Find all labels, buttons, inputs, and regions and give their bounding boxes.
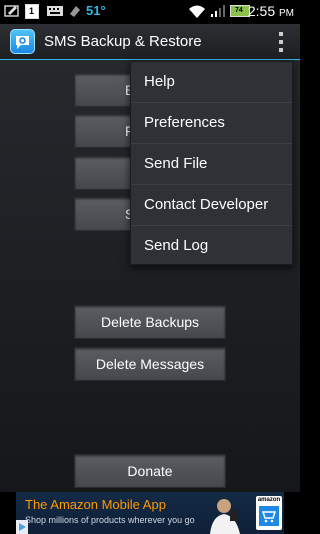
person-with-phone-icon (210, 499, 240, 534)
shopping-cart-icon (259, 506, 279, 526)
clock-time: 2:55 (247, 3, 276, 19)
amazon-logo: amazon (256, 496, 282, 530)
speech-bubble-icon[interactable] (10, 29, 35, 54)
keyboard-icon (47, 6, 63, 16)
clock-ampm: PM (279, 8, 294, 19)
donate-button[interactable]: Donate (74, 454, 226, 488)
overflow-menu-icon[interactable] (274, 30, 288, 54)
status-bar: 1 51° 74 2:55 PM (0, 0, 300, 24)
delete-backups-button[interactable]: Delete Backups (74, 305, 226, 339)
ad-banner[interactable]: The Amazon Mobile App Shop millions of p… (16, 492, 284, 534)
calendar-icon: 1 (25, 4, 39, 19)
menu-item-send-log[interactable]: Send Log (131, 226, 292, 267)
edit-note-icon (4, 5, 19, 17)
menu-item-contact-developer[interactable]: Contact Developer (131, 185, 292, 226)
ad-choices-icon[interactable] (16, 520, 28, 534)
ad-subtitle: Shop millions of products wherever you g… (25, 515, 195, 525)
delete-messages-button[interactable]: Delete Messages (74, 347, 226, 381)
temperature: 51° (86, 3, 106, 18)
weather-icon (70, 6, 80, 17)
signal-icon (211, 5, 225, 17)
menu-item-preferences[interactable]: Preferences (131, 103, 292, 144)
overflow-menu: Help Preferences Send File Contact Devel… (130, 61, 293, 265)
menu-item-help[interactable]: Help (131, 62, 292, 103)
battery-percent: 74 (235, 7, 243, 14)
clock: 2:55 PM (248, 3, 294, 19)
action-bar: SMS Backup & Restore (0, 24, 300, 60)
menu-item-send-file[interactable]: Send File (131, 144, 292, 185)
amazon-logo-text: amazon (257, 497, 281, 503)
ad-title: The Amazon Mobile App (25, 497, 166, 512)
app-logo-glyph (16, 36, 29, 49)
calendar-day: 1 (29, 6, 35, 16)
app-title: SMS Backup & Restore (44, 33, 202, 50)
wifi-icon (189, 5, 205, 18)
